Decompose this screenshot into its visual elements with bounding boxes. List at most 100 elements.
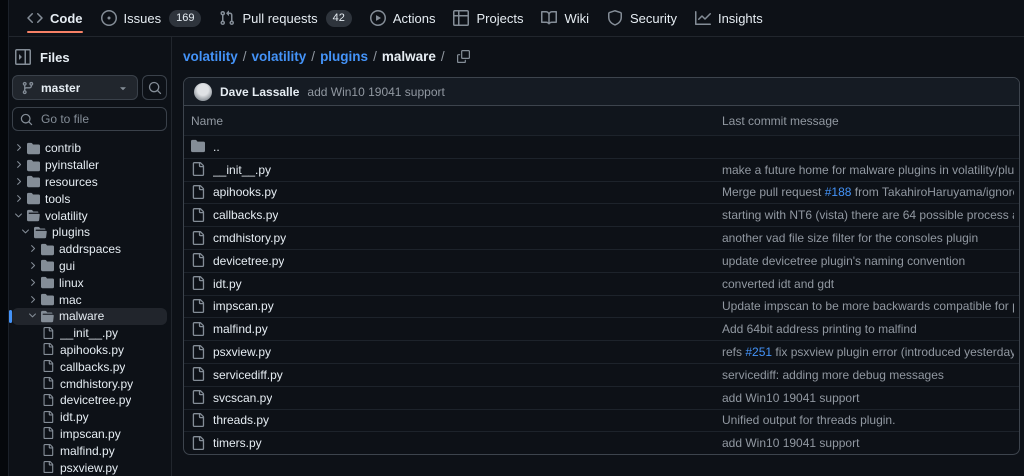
file-row-devicetree-py[interactable]: devicetree.py update devicetree plugin's … [184, 249, 1019, 272]
file-row-threads-py[interactable]: threads.py Unified output for threads plu… [184, 409, 1019, 432]
file-row-svcscan-py[interactable]: svcscan.py add Win10 19041 support [184, 386, 1019, 409]
file-row-psxview-py[interactable]: psxview.py refs #251 fix psxview plugin e… [184, 340, 1019, 363]
file-row-cmdhistory-py[interactable]: cmdhistory.py another vad file size filte… [184, 226, 1019, 249]
tree-item--init-py[interactable]: __init__.py [12, 325, 167, 342]
file-name-link[interactable]: idt.py [213, 277, 242, 291]
issue-link[interactable]: #188 [825, 185, 852, 199]
tree-item-apihooks-py[interactable]: apihooks.py [12, 342, 167, 359]
nav-tab-insights[interactable]: Insights [686, 0, 772, 36]
file-icon [191, 253, 206, 268]
file-name-link[interactable]: malfind.py [213, 322, 268, 336]
file-name-link[interactable]: servicediff.py [213, 368, 283, 382]
tree-item-label: volatility [45, 209, 88, 223]
file-icon [191, 208, 206, 223]
last-commit-message-cell[interactable]: add Win10 19041 support [722, 391, 1014, 405]
file-name-link[interactable]: __init__.py [213, 163, 271, 177]
tree-item-cmdhistory-py[interactable]: cmdhistory.py [12, 375, 167, 392]
tree-item-callbacks-py[interactable]: callbacks.py [12, 358, 167, 375]
file-name-link[interactable]: impscan.py [213, 299, 274, 313]
commit-message[interactable]: add Win10 19041 support [307, 85, 444, 99]
tree-item-malware[interactable]: malware [12, 308, 167, 325]
file-name-link[interactable]: .. [213, 140, 220, 154]
avatar[interactable] [194, 83, 212, 101]
tree-item-psxview-py[interactable]: psxview.py [12, 459, 167, 476]
file-name-link[interactable]: devicetree.py [213, 254, 284, 268]
file-row-servicediff-py[interactable]: servicediff.py servicediff: adding more d… [184, 363, 1019, 386]
tree-item-contrib[interactable]: contrib [12, 140, 167, 157]
file-name-link[interactable]: callbacks.py [213, 208, 278, 222]
commit-message-text: servicediff: adding more debug messages [722, 368, 944, 382]
collapse-sidebar-icon[interactable] [15, 49, 31, 65]
tree-item-pyinstaller[interactable]: pyinstaller [12, 157, 167, 174]
tree-item-devicetree-py[interactable]: devicetree.py [12, 392, 167, 409]
nav-tab-counter: 169 [169, 10, 201, 27]
last-commit-message-cell[interactable]: make a future home for malware plugins i… [722, 163, 1014, 177]
tree-item-tools[interactable]: tools [12, 190, 167, 207]
file-row-malfind-py[interactable]: malfind.py Add 64bit address printing to … [184, 317, 1019, 340]
nav-tab-security[interactable]: Security [598, 0, 686, 36]
file-row--[interactable]: .. [184, 135, 1019, 158]
search-repo-button[interactable] [142, 75, 167, 100]
file-name-link[interactable]: svcscan.py [213, 391, 272, 405]
branch-selector[interactable]: master [12, 75, 138, 100]
file-name-link[interactable]: threads.py [213, 413, 269, 427]
last-commit-message-cell[interactable]: update devicetree plugin's naming conven… [722, 254, 1014, 268]
tree-item-label: psxview.py [60, 461, 118, 475]
file-name-link[interactable]: apihooks.py [213, 185, 277, 199]
issue-link[interactable]: #251 [745, 345, 772, 359]
files-sidebar: Files master contribpyinstallerresources… [8, 37, 172, 476]
tree-item-malfind-py[interactable]: malfind.py [12, 442, 167, 459]
tree-item-impscan-py[interactable]: impscan.py [12, 426, 167, 443]
breadcrumb-link-volatility[interactable]: volatility [252, 49, 307, 64]
files-title: Files [40, 50, 70, 65]
last-commit-message-cell[interactable]: servicediff: adding more debug messages [722, 368, 1014, 382]
tree-item-idt-py[interactable]: idt.py [12, 409, 167, 426]
commit-author[interactable]: Dave Lassalle [220, 85, 299, 99]
file-icon [191, 299, 206, 314]
tree-item-volatility[interactable]: volatility [12, 207, 167, 224]
breadcrumb-separator: / [243, 49, 247, 64]
file-row-impscan-py[interactable]: impscan.py Update impscan to be more back… [184, 295, 1019, 318]
file-row--init-py[interactable]: __init__.py make a future home for malwar… [184, 158, 1019, 181]
last-commit-message-cell[interactable]: another vad file size filter for the con… [722, 231, 1014, 245]
tree-item-mac[interactable]: mac [12, 291, 167, 308]
last-commit-message-cell[interactable]: add Win10 19041 support [722, 436, 1014, 450]
last-commit-message-cell[interactable]: Unified output for threads plugin. [722, 413, 1014, 427]
nav-tab-actions[interactable]: Actions [361, 0, 445, 36]
breadcrumb-link-plugins[interactable]: plugins [320, 49, 368, 64]
go-to-file-input[interactable] [39, 111, 159, 127]
git-pull-request-icon [219, 10, 235, 26]
file-row-idt-py[interactable]: idt.py converted idt and gdt [184, 272, 1019, 295]
tree-item-label: plugins [52, 225, 90, 239]
tree-item-linux[interactable]: linux [12, 274, 167, 291]
tree-item-resources[interactable]: resources [12, 174, 167, 191]
latest-commit-bar[interactable]: Dave Lassalle add Win10 19041 support [184, 78, 1019, 106]
tree-item-plugins[interactable]: plugins [12, 224, 167, 241]
last-commit-message-cell[interactable]: Add 64bit address printing to malfind [722, 322, 1014, 336]
nav-tab-projects[interactable]: Projects [444, 0, 532, 36]
repo-nav-items: CodeIssues169Pull requests42ActionsProje… [18, 0, 772, 36]
nav-tab-issues[interactable]: Issues169 [92, 0, 211, 36]
last-commit-message-cell[interactable]: Merge pull request #188 from TakahiroHar… [722, 185, 1014, 199]
tree-item-addrspaces[interactable]: addrspaces [12, 241, 167, 258]
file-name-link[interactable]: timers.py [213, 436, 262, 450]
file-row-callbacks-py[interactable]: callbacks.py starting with NT6 (vista) th… [184, 203, 1019, 226]
file-name-link[interactable]: cmdhistory.py [213, 231, 286, 245]
nav-tab-pull-requests[interactable]: Pull requests42 [210, 0, 360, 36]
file-name-link[interactable]: psxview.py [213, 345, 271, 359]
active-item-indicator [9, 310, 12, 323]
last-commit-message-cell[interactable]: refs #251 fix psxview plugin error (intr… [722, 345, 1014, 359]
copy-path-button[interactable] [455, 48, 472, 65]
go-to-file-field[interactable] [12, 107, 167, 131]
nav-tab-code[interactable]: Code [18, 0, 92, 36]
breadcrumb-link-volatility[interactable]: volatility [183, 49, 238, 64]
last-commit-message-cell[interactable]: converted idt and gdt [722, 277, 1014, 291]
file-row-timers-py[interactable]: timers.py add Win10 19041 support [184, 431, 1019, 454]
tree-item-gui[interactable]: gui [12, 258, 167, 275]
last-commit-message-cell[interactable]: Update impscan to be more backwards comp… [722, 299, 1014, 313]
file-icon [191, 390, 206, 405]
breadcrumb-separator: / [441, 49, 445, 64]
file-row-apihooks-py[interactable]: apihooks.py Merge pull request #188 from … [184, 181, 1019, 204]
last-commit-message-cell[interactable]: starting with NT6 (vista) there are 64 p… [722, 208, 1014, 222]
nav-tab-wiki[interactable]: Wiki [532, 0, 598, 36]
